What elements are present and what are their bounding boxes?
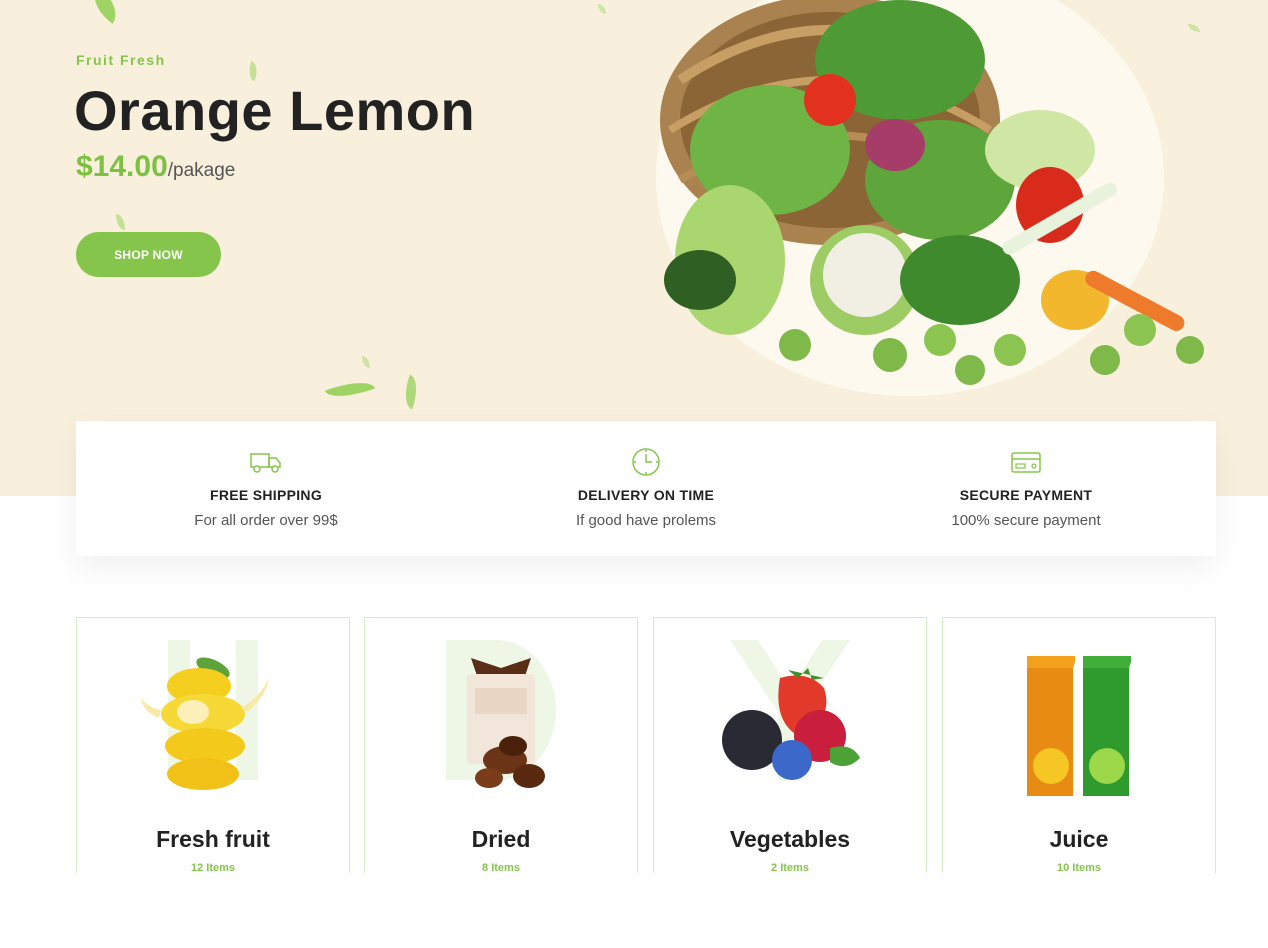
leaf-decoration: [398, 374, 424, 410]
feature-subtitle: For all order over 99$: [194, 512, 338, 529]
hero-eyebrow: Fruit Fresh: [76, 52, 166, 68]
hero-price-unit: /pakage: [167, 160, 236, 181]
category-name: Fresh fruit: [156, 826, 270, 852]
feature-subtitle: 100% secure payment: [951, 512, 1101, 529]
category-count: 2 Items: [771, 862, 809, 874]
feature-title: DELIVERY ON TIME: [577, 487, 715, 503]
hero-price: $14.00: [76, 150, 168, 183]
hero-price-row: $14.00/pakage: [76, 150, 235, 184]
category-card-dried[interactable]: Dried 8 Items: [364, 617, 638, 874]
category-name: Vegetables: [729, 826, 851, 852]
truck-icon: [250, 453, 281, 473]
leaf-decoration: [362, 356, 370, 368]
juice-cartons-image: [1027, 656, 1131, 796]
vegetable-basket-image: [660, 0, 1204, 385]
berries-image: [722, 668, 860, 780]
chocolate-box-image: [467, 658, 545, 788]
credit-card-icon: [1011, 452, 1041, 473]
feature-free-shipping: FREE SHIPPING For all order over 99$: [76, 421, 456, 556]
feature-delivery-on-time: DELIVERY ON TIME If good have prolems: [456, 421, 836, 556]
category-grid: Fresh fruit 12 Items Dried 8 Items Veget…: [76, 617, 1216, 874]
category-card-juice[interactable]: Juice 10 Items: [942, 617, 1216, 874]
clock-icon: [632, 448, 660, 476]
features-bar: FREE SHIPPING For all order over 99$ DEL…: [76, 421, 1216, 556]
category-count: 12 Items: [190, 862, 236, 874]
leaf-decoration: [598, 4, 606, 14]
feature-subtitle: If good have prolems: [575, 512, 717, 529]
leaf-decoration: [84, 0, 126, 24]
feature-title: SECURE PAYMENT: [959, 487, 1093, 503]
shop-now-button[interactable]: SHOP NOW: [76, 232, 221, 277]
feature-title: FREE SHIPPING: [209, 487, 323, 503]
category-name: Dried: [471, 826, 531, 852]
leaf-decoration: [324, 374, 376, 405]
category-count: 10 Items: [1056, 862, 1102, 874]
feature-secure-payment: SECURE PAYMENT 100% secure payment: [836, 421, 1216, 556]
hero-title: Orange Lemon: [74, 79, 476, 142]
category-card-fresh-fruit[interactable]: Fresh fruit 12 Items: [76, 617, 350, 874]
category-name: Juice: [1049, 826, 1109, 852]
lemon-splash-image: [141, 657, 269, 790]
category-card-vegetables[interactable]: Vegetables 2 Items: [653, 617, 927, 874]
category-count: 8 Items: [482, 862, 520, 874]
leaf-decoration: [116, 214, 125, 230]
